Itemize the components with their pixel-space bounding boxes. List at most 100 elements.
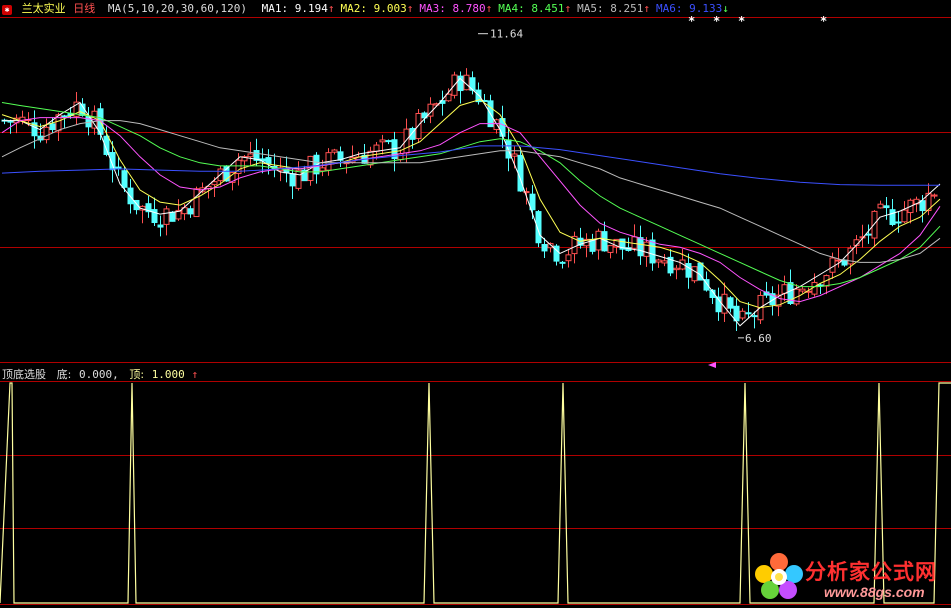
candle[interactable] [193,186,200,218]
candle[interactable] [817,283,824,294]
candle[interactable] [679,248,686,271]
candle[interactable] [667,249,674,277]
stock-app-icon[interactable]: ✱ [2,5,12,15]
candle[interactable] [607,245,614,259]
ma4-arrow: ↑ [564,2,572,15]
chart-period[interactable]: 日线 [73,2,95,15]
candle-body-up [673,267,680,271]
candle[interactable] [733,298,740,332]
chart-canvas[interactable]: 11.64 6.60 * * * * [0,0,951,608]
candle[interactable] [631,224,638,252]
candle-body-down [865,233,872,236]
candle[interactable] [145,195,152,218]
candle[interactable] [553,244,560,266]
indicator-name[interactable]: 顶底选股 [2,368,46,381]
candle[interactable] [175,199,182,221]
candle[interactable] [73,92,80,126]
ma-params[interactable]: MA(5,10,20,30,60,120) [108,2,247,15]
candle[interactable] [247,141,254,166]
candle[interactable] [385,139,392,145]
candle[interactable] [163,205,170,236]
candle[interactable] [457,71,464,104]
candle[interactable] [931,193,938,199]
candle-body-down [889,209,896,225]
candle[interactable] [655,258,662,268]
candle[interactable] [907,198,914,224]
candle[interactable] [121,166,128,193]
candle[interactable] [61,114,68,129]
candle[interactable] [253,138,260,166]
candle-body-down [61,115,68,118]
candle[interactable] [595,228,602,260]
candle[interactable] [499,105,506,148]
candle[interactable] [673,265,680,280]
low-price-marker: 6.60 [745,332,772,345]
candle[interactable] [895,211,902,233]
candle-body-up [319,167,326,172]
ma3-arrow: ↑ [485,2,493,15]
candle[interactable] [1,118,8,125]
candle[interactable] [685,253,692,289]
candle[interactable] [925,183,932,216]
candle[interactable] [31,110,38,149]
candle-body-down [187,208,194,215]
candle[interactable] [625,237,632,252]
candle[interactable] [85,106,92,136]
candle[interactable] [877,200,884,209]
candle[interactable] [589,233,596,255]
candle-body-up [511,153,518,157]
ma4-value: 8.451 [531,2,565,15]
candle[interactable] [109,141,116,183]
price-markers: 11.64 6.60 * * * * [478,14,827,368]
candle-body-down [727,297,734,309]
candle[interactable] [661,253,668,267]
candle[interactable] [739,308,746,321]
candle[interactable] [865,224,872,244]
candle[interactable] [559,260,566,269]
candle[interactable] [883,196,890,220]
star-annotation-0: * [688,14,695,28]
candle[interactable] [295,161,302,191]
ma2-line [1,98,941,309]
candle[interactable] [901,201,908,224]
candle[interactable] [775,284,782,317]
candle[interactable] [331,148,338,155]
candle[interactable] [781,275,788,302]
candle[interactable] [727,296,734,313]
candle[interactable] [715,287,722,321]
candle[interactable] [637,225,644,265]
candle[interactable] [763,281,770,298]
ma3-legend-item: MA3: 8.780↑ [419,2,492,15]
candle[interactable] [721,282,728,322]
candle[interactable] [823,274,830,295]
candle[interactable] [43,118,50,144]
candle-body-up [397,153,404,161]
star-annotation-3: * [820,14,827,28]
ma2-label: MA2: [340,2,374,15]
candle[interactable] [871,210,878,247]
candle[interactable] [355,151,362,160]
candle[interactable] [583,233,590,258]
candle-body-up [835,259,842,262]
candle[interactable] [187,205,194,218]
candle[interactable] [307,155,314,186]
candle[interactable] [157,215,164,237]
ma6-value: 9.133 [689,2,723,15]
candle[interactable] [535,209,542,248]
candle[interactable] [565,248,572,268]
candle[interactable] [337,146,344,168]
candle[interactable] [199,182,206,194]
candle[interactable] [439,90,446,116]
high-price-marker: 11.64 [490,28,523,41]
candle[interactable] [313,152,320,184]
candle[interactable] [649,232,656,271]
candle[interactable] [691,266,698,284]
ma5-value: 8.251 [610,2,644,15]
candlesticks[interactable] [1,68,938,332]
candle[interactable] [379,134,386,155]
candle[interactable] [577,227,584,249]
candle[interactable] [289,167,296,200]
ma1-value: 9.194 [294,2,328,15]
candle[interactable] [919,194,926,223]
candle[interactable] [463,68,470,91]
